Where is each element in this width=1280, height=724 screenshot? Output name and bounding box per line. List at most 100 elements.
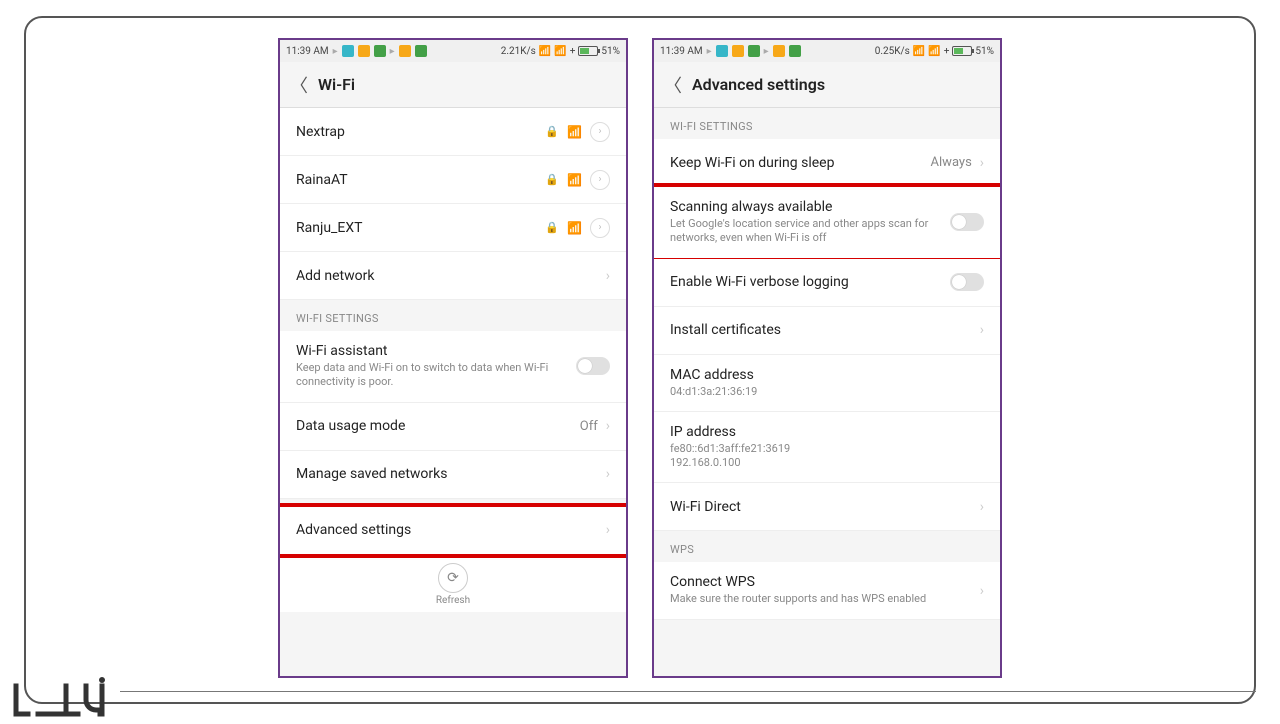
- status-speed: 0.25K/s: [875, 46, 910, 57]
- add-network-label: Add network: [296, 268, 606, 284]
- chevron-right-icon: ›: [980, 322, 984, 338]
- row-title: Keep Wi-Fi on during sleep: [670, 155, 931, 171]
- chevron-right-icon: ›: [980, 155, 984, 171]
- wifi-icon: 📶: [567, 173, 582, 187]
- row-subtitle: Keep data and Wi-Fi on to switch to data…: [296, 361, 576, 390]
- lock-icon: 🔒: [545, 173, 559, 186]
- row-value: Always: [931, 155, 972, 170]
- row-title: Enable Wi-Fi verbose logging: [670, 274, 950, 290]
- row-title: MAC address: [670, 367, 984, 383]
- status-app-icon: [732, 45, 744, 57]
- row-subtitle: 04:d1:3a:21:36:19: [670, 385, 984, 399]
- page-title: Advanced settings: [692, 75, 825, 94]
- wifi-network-row[interactable]: Nextrap 🔒 📶 ›: [280, 108, 626, 156]
- status-app-icon: [773, 45, 785, 57]
- refresh-label: Refresh: [436, 595, 470, 606]
- status-time: 11:39 AM: [660, 46, 703, 57]
- row-title: IP address: [670, 424, 984, 440]
- lock-icon: 🔒: [545, 125, 559, 138]
- row-subtitle: fe80::6d1:3aff:fe21:3619 192.168.0.100: [670, 442, 984, 471]
- wifi-assistant-row[interactable]: Wi-Fi assistant Keep data and Wi-Fi on t…: [280, 331, 626, 403]
- toggle-switch[interactable]: [950, 273, 984, 291]
- phone-left: 11:39 AM ▸ ▸ 2.21K/s 📶 📶 + 51%: [278, 38, 628, 678]
- row-title: Wi-Fi Direct: [670, 499, 980, 515]
- network-name: RainaAT: [296, 172, 545, 188]
- row-subtitle: Make sure the router supports and has WP…: [670, 592, 980, 606]
- row-title: Advanced settings: [296, 522, 606, 538]
- wifi-icon: 📶: [567, 125, 582, 139]
- detail-icon[interactable]: ›: [590, 218, 610, 238]
- section-header: WPS: [654, 531, 1000, 562]
- section-header: WI-FI SETTINGS: [280, 300, 626, 331]
- install-certificates-row[interactable]: Install certificates ›: [654, 307, 1000, 355]
- mac-address-row: MAC address 04:d1:3a:21:36:19: [654, 355, 1000, 412]
- wifi-direct-row[interactable]: Wi-Fi Direct ›: [654, 483, 1000, 531]
- row-title: Install certificates: [670, 322, 980, 338]
- detail-icon[interactable]: ›: [590, 170, 610, 190]
- wifi-icon: 📶: [567, 221, 582, 235]
- content-area: WI-FI SETTINGS Keep Wi-Fi on during slee…: [654, 108, 1000, 676]
- network-name: Ranju_EXT: [296, 220, 545, 236]
- title-bar: 〈 Wi-Fi: [280, 62, 626, 108]
- chevron-right-icon: ›: [606, 522, 610, 538]
- network-name: Nextrap: [296, 124, 545, 140]
- status-bar: 11:39 AM ▸ ▸ 2.21K/s 📶 📶 + 51%: [280, 40, 626, 62]
- battery-icon: [952, 46, 972, 56]
- row-title: Wi-Fi assistant: [296, 343, 576, 359]
- verbose-logging-row[interactable]: Enable Wi-Fi verbose logging: [654, 259, 1000, 307]
- toggle-switch[interactable]: [576, 357, 610, 375]
- status-speed: 2.21K/s: [501, 46, 536, 57]
- refresh-area: ⟳ Refresh: [280, 555, 626, 612]
- keep-wifi-on-row[interactable]: Keep Wi-Fi on during sleep Always ›: [654, 139, 1000, 187]
- status-app-icon: [358, 45, 370, 57]
- back-icon[interactable]: 〈: [290, 72, 308, 98]
- row-title: Scanning always available: [670, 199, 950, 215]
- chevron-right-icon: ›: [606, 268, 610, 284]
- wifi-network-row[interactable]: RainaAT 🔒 📶 ›: [280, 156, 626, 204]
- outer-frame: 11:39 AM ▸ ▸ 2.21K/s 📶 📶 + 51%: [24, 16, 1256, 704]
- status-app-icon: [789, 45, 801, 57]
- wifi-icon: 📶: [913, 46, 925, 57]
- detail-icon[interactable]: ›: [590, 122, 610, 142]
- brand-logo: [8, 676, 118, 724]
- row-value: Off: [580, 419, 598, 434]
- row-title: Data usage mode: [296, 418, 580, 434]
- battery-percent: 51%: [975, 46, 994, 57]
- chevron-right-icon: ›: [980, 499, 984, 515]
- phone-right: 11:39 AM ▸ ▸ 0.25K/s 📶 📶 + 51%: [652, 38, 1002, 678]
- phone-pair: 11:39 AM ▸ ▸ 2.21K/s 📶 📶 + 51%: [278, 38, 1002, 678]
- lock-icon: 🔒: [545, 221, 559, 234]
- status-time: 11:39 AM: [286, 46, 329, 57]
- add-network-row[interactable]: Add network ›: [280, 252, 626, 300]
- title-bar: 〈 Advanced settings: [654, 62, 1000, 108]
- status-app-icon: [399, 45, 411, 57]
- wifi-icon: 📶: [539, 46, 551, 57]
- status-bar: 11:39 AM ▸ ▸ 0.25K/s 📶 📶 + 51%: [654, 40, 1000, 62]
- row-subtitle: Let Google's location service and other …: [670, 217, 950, 246]
- section-header: WI-FI SETTINGS: [654, 108, 1000, 139]
- footer-divider: [120, 691, 1256, 692]
- signal-icon: 📶: [928, 46, 940, 57]
- chevron-right-icon: ›: [606, 466, 610, 482]
- status-app-icon: [415, 45, 427, 57]
- row-title: Manage saved networks: [296, 466, 606, 482]
- scanning-available-row[interactable]: Scanning always available Let Google's l…: [654, 187, 1000, 259]
- manage-networks-row[interactable]: Manage saved networks ›: [280, 451, 626, 499]
- row-title: Connect WPS: [670, 574, 980, 590]
- status-app-icon: [342, 45, 354, 57]
- signal-icon: 📶: [554, 46, 566, 57]
- wifi-network-row[interactable]: Ranju_EXT 🔒 📶 ›: [280, 204, 626, 252]
- advanced-settings-row[interactable]: Advanced settings ›: [280, 507, 626, 555]
- back-icon[interactable]: 〈: [664, 72, 682, 98]
- page-title: Wi-Fi: [318, 75, 355, 94]
- refresh-icon[interactable]: ⟳: [438, 563, 468, 593]
- chevron-right-icon: ›: [980, 583, 984, 599]
- content-area: Nextrap 🔒 📶 › RainaAT 🔒 📶 ›: [280, 108, 626, 676]
- data-usage-row[interactable]: Data usage mode Off ›: [280, 403, 626, 451]
- chevron-right-icon: ›: [606, 418, 610, 434]
- toggle-switch[interactable]: [950, 213, 984, 231]
- status-app-icon: [716, 45, 728, 57]
- connect-wps-row[interactable]: Connect WPS Make sure the router support…: [654, 562, 1000, 619]
- status-app-icon: [748, 45, 760, 57]
- ip-address-row: IP address fe80::6d1:3aff:fe21:3619 192.…: [654, 412, 1000, 484]
